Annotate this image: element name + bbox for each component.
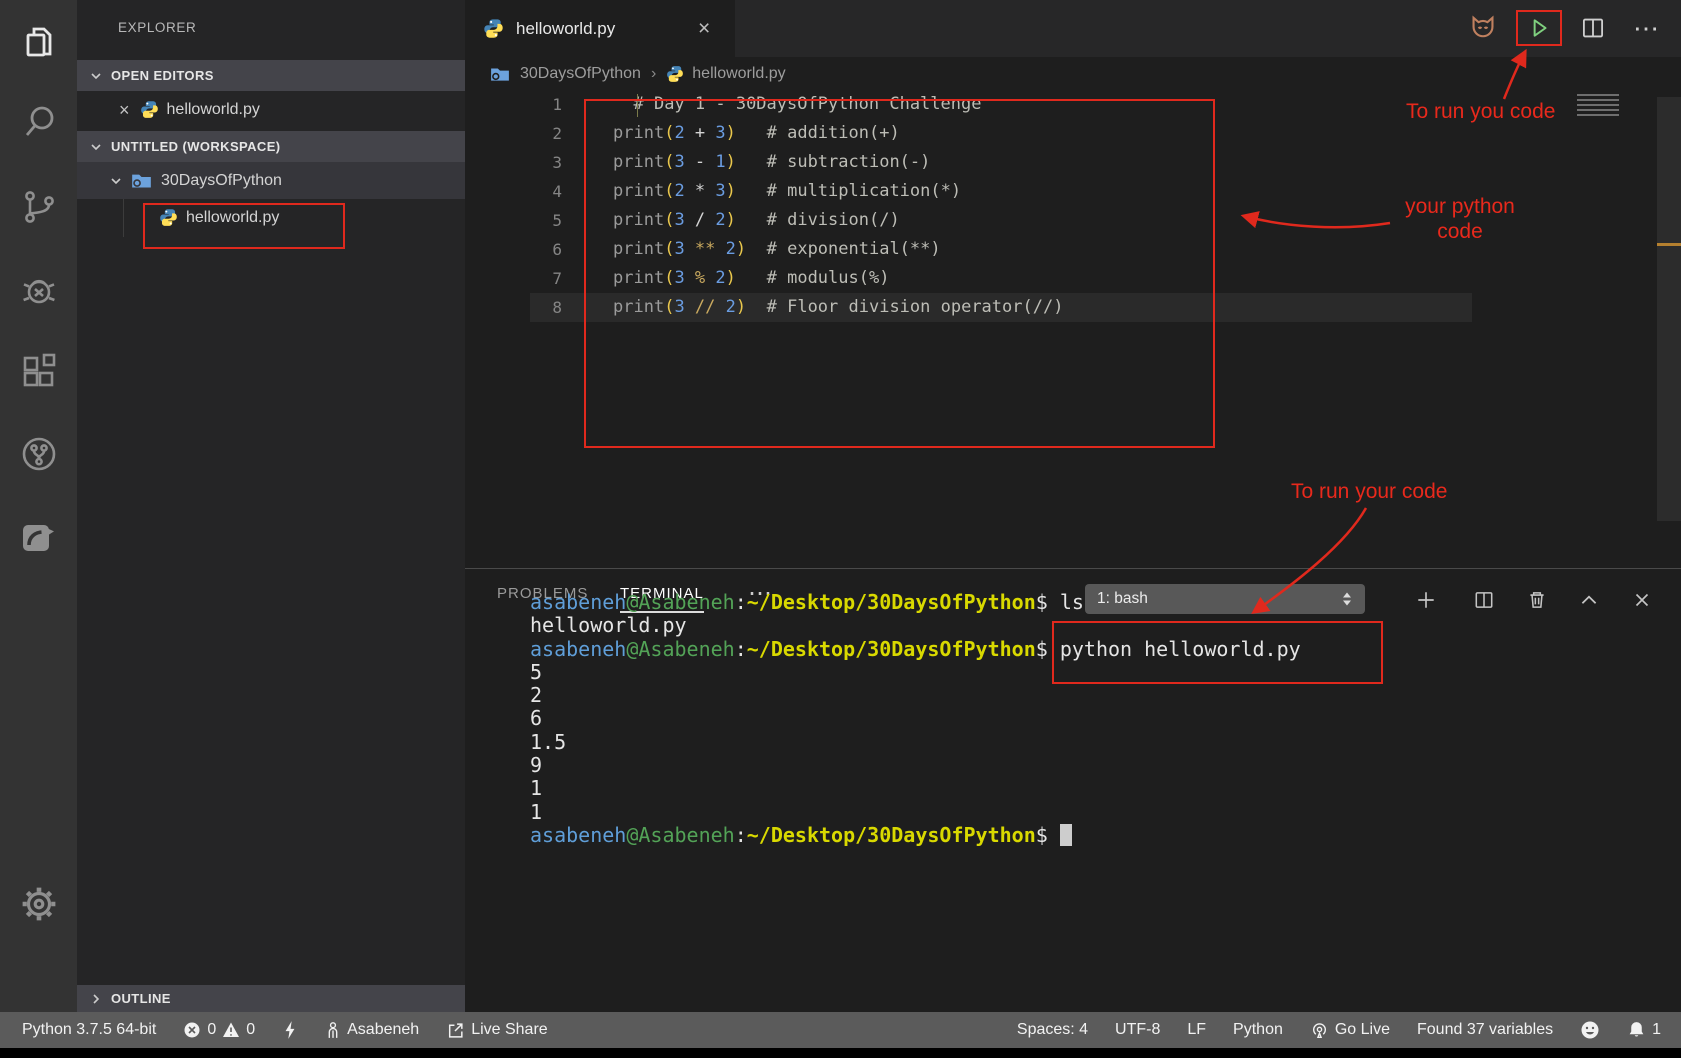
explorer-sidebar: EXPLORER OPEN EDITORS × helloworld.py UN… — [77, 0, 465, 1012]
extensions-icon[interactable] — [0, 348, 77, 396]
terminal-cursor — [1060, 824, 1072, 846]
line-number: 8 — [465, 293, 562, 322]
user-status[interactable]: Asabeneh — [325, 1021, 419, 1040]
feedback-smiley-icon[interactable] — [1580, 1020, 1600, 1040]
maximize-panel-icon[interactable] — [1575, 587, 1603, 613]
outline-header[interactable]: OUTLINE — [77, 985, 465, 1012]
problems-status[interactable]: 0 0 — [183, 1021, 255, 1039]
tab-label: helloworld.py — [516, 19, 615, 39]
terminal-line: 6 — [530, 707, 1301, 730]
annotation-run-bottom: To run your code — [1291, 479, 1481, 504]
line-number: 2 — [465, 119, 562, 148]
explorer-icon[interactable] — [0, 18, 77, 66]
chevron-down-icon — [89, 69, 103, 83]
python-file-icon — [483, 18, 504, 39]
editor-more-actions-icon[interactable]: ⋯ — [1629, 10, 1665, 46]
line-number: 5 — [465, 206, 562, 235]
terminal-line: asabeneh@Asabeneh:~/Desktop/30DaysOfPyth… — [530, 591, 1301, 614]
annotation-box-run — [1516, 10, 1562, 46]
annotation-your-code: your python code — [1370, 194, 1550, 244]
settings-gear-icon[interactable] — [0, 880, 77, 928]
terminal-line: 2 — [530, 684, 1301, 707]
tree-folder-30daysofpython[interactable]: 30DaysOfPython — [77, 162, 465, 199]
terminal-line: 1.5 — [530, 731, 1301, 754]
close-icon[interactable]: × — [119, 101, 130, 119]
folder-icon — [131, 171, 152, 190]
terminal-line: 9 — [530, 754, 1301, 777]
tree-folder-label: 30DaysOfPython — [161, 172, 282, 190]
run-button[interactable] — [1527, 16, 1551, 40]
bell-icon — [1627, 1020, 1646, 1040]
indentation-status[interactable]: Spaces: 4 — [1017, 1021, 1088, 1039]
breadcrumb[interactable]: 30DaysOfPython › helloworld.py — [465, 57, 1681, 90]
split-terminal-icon[interactable] — [1470, 587, 1498, 613]
language-mode-status[interactable]: Python — [1233, 1021, 1283, 1039]
line-number: 3 — [465, 148, 562, 177]
share-icon[interactable] — [0, 513, 77, 561]
new-terminal-icon[interactable] — [1412, 587, 1440, 613]
workspace-label: UNTITLED (WORKSPACE) — [111, 139, 281, 154]
terminal-line: 1 — [530, 801, 1301, 824]
source-control-icon[interactable] — [0, 183, 77, 231]
encoding-status[interactable]: UTF-8 — [1115, 1021, 1160, 1039]
line-number: 4 — [465, 177, 562, 206]
open-editor-item[interactable]: × helloworld.py — [77, 91, 465, 128]
annotation-run-top: To run you code — [1406, 99, 1586, 124]
annotation-box-command — [1052, 621, 1383, 684]
tab-helloworld[interactable]: helloworld.py × — [465, 0, 735, 57]
workspace-header[interactable]: UNTITLED (WORKSPACE) — [77, 131, 465, 162]
python-file-icon — [666, 65, 684, 83]
folder-icon — [490, 65, 510, 83]
eol-status[interactable]: LF — [1187, 1021, 1206, 1039]
broadcast-icon — [1310, 1021, 1329, 1040]
outline-label: OUTLINE — [111, 991, 171, 1006]
chevron-down-icon — [109, 174, 123, 188]
annotation-box-file — [143, 203, 345, 249]
terminal-line: 1 — [530, 777, 1301, 800]
updown-arrows-icon — [1339, 589, 1355, 609]
go-live-status[interactable]: Go Live — [1310, 1021, 1390, 1040]
chevron-down-icon — [89, 140, 103, 154]
close-icon[interactable]: × — [698, 17, 710, 41]
scrollbar-marker — [1657, 243, 1681, 246]
window-bottom-strip — [0, 1048, 1681, 1058]
annotation-box-code — [584, 99, 1215, 448]
breadcrumb-separator: › — [651, 65, 656, 83]
close-panel-icon[interactable] — [1628, 587, 1656, 613]
person-icon — [325, 1021, 341, 1040]
line-number: 6 — [465, 235, 562, 264]
line-number: 7 — [465, 264, 562, 293]
activity-bar — [0, 0, 77, 1058]
python-interpreter-status[interactable]: Python 3.7.5 64-bit — [22, 1021, 156, 1039]
live-share-status[interactable]: Live Share — [446, 1021, 548, 1040]
editor-scrollbar[interactable] — [1657, 97, 1681, 521]
python-file-icon — [140, 100, 159, 119]
chevron-right-icon — [89, 992, 103, 1006]
debug-icon[interactable] — [0, 266, 77, 314]
status-bar: Python 3.7.5 64-bit 0 0 Asabeneh Live Sh… — [0, 1012, 1681, 1048]
kill-terminal-trash-icon[interactable] — [1523, 587, 1551, 613]
bolt-status-icon[interactable] — [282, 1020, 298, 1040]
editor-area: helloworld.py × ⋯ — [465, 0, 1681, 568]
open-editor-file-label: helloworld.py — [167, 101, 260, 119]
warning-icon — [222, 1021, 240, 1039]
terminal-panel: PROBLEMS TERMINAL ⋯ 1: bash asabeneh@Asa… — [465, 568, 1681, 1012]
search-icon[interactable] — [0, 98, 77, 146]
editor-tab-bar: helloworld.py × ⋯ — [465, 0, 1681, 57]
notifications-bell[interactable]: 1 — [1627, 1020, 1661, 1040]
sidebar-title: EXPLORER — [118, 20, 196, 35]
error-icon — [183, 1021, 201, 1039]
live-share-icon[interactable] — [0, 430, 77, 478]
breadcrumb-folder[interactable]: 30DaysOfPython — [520, 65, 641, 83]
cat-extension-icon[interactable] — [1465, 10, 1501, 46]
open-editors-header[interactable]: OPEN EDITORS — [77, 60, 465, 91]
line-number: 1 — [465, 90, 562, 119]
open-editors-label: OPEN EDITORS — [111, 68, 214, 83]
terminal-line: asabeneh@Asabeneh:~/Desktop/30DaysOfPyth… — [530, 824, 1301, 847]
variables-status[interactable]: Found 37 variables — [1417, 1021, 1553, 1039]
breadcrumb-file[interactable]: helloworld.py — [692, 65, 785, 83]
vscode-window: EXPLORER OPEN EDITORS × helloworld.py UN… — [0, 0, 1681, 1058]
split-editor-icon[interactable] — [1575, 10, 1611, 46]
live-share-icon — [446, 1021, 465, 1040]
